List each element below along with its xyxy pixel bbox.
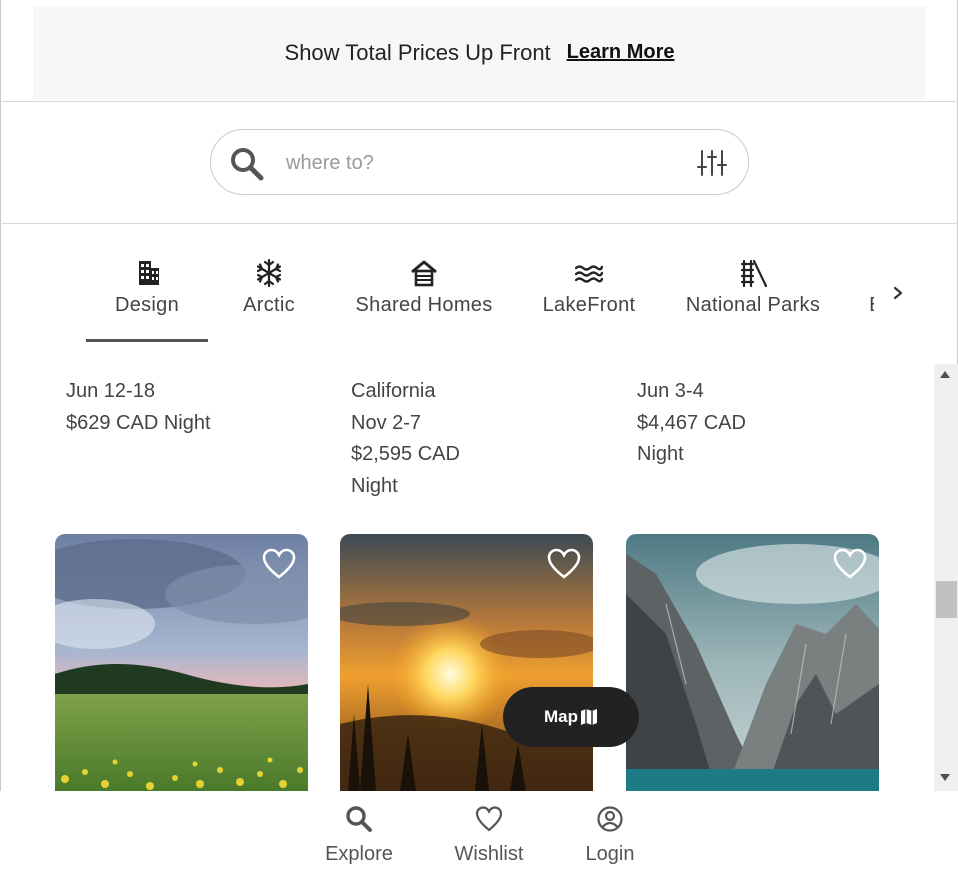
scroll-down-arrow-icon[interactable] [940,774,950,781]
category-label: National Parks [685,294,821,316]
category-label: B [869,294,874,317]
heart-icon[interactable] [262,548,296,580]
category-lakefront[interactable]: LakeFront [540,258,638,343]
listing-price: $629 CAD Night [66,411,211,434]
snowflake-icon [256,258,282,288]
category-arctic[interactable]: Arctic [234,258,304,343]
category-national-parks[interactable]: National Parks [682,258,824,343]
divider [0,223,958,224]
heart-icon[interactable] [833,548,867,580]
listing-dates: Jun 12-18 [66,380,155,402]
map-button-label: Map [544,707,578,726]
category-label: Design [114,294,180,316]
category-label: LakeFront [542,294,636,316]
scrollbar[interactable] [934,364,958,791]
listing-info[interactable]: Jun 12-18 $629 CAD Night [66,364,211,439]
scrollbar-thumb[interactable] [936,581,957,618]
listing-price-unit: Night [637,443,684,465]
nav-label: Login [585,843,635,865]
listing-info[interactable]: California Nov 2-7 $2,595 CAD Night [351,364,460,502]
learn-more-link[interactable]: Learn More [567,41,675,64]
search-input[interactable] [286,146,676,180]
building-icon [139,261,159,285]
nav-label: Explore [325,843,393,865]
house-icon [411,260,437,287]
category-label: Arctic [243,294,295,316]
category-design[interactable]: Design [86,258,208,343]
filter-sliders-icon[interactable] [697,148,727,178]
nav-wishlist[interactable]: Wishlist [451,805,527,866]
chevron-right-icon[interactable] [888,280,910,306]
category-partial[interactable]: B [866,258,874,343]
listing-price-unit: Night [351,474,398,497]
listing-dates: Jun 3-4 [637,380,704,402]
map-icon [581,709,597,725]
heart-icon [475,806,503,832]
nav-explore[interactable]: Explore [323,805,395,866]
waves-icon [575,265,603,283]
listing-card[interactable] [626,534,879,791]
listing-location: California [351,380,436,402]
nav-login[interactable]: Login [583,805,637,866]
active-underline [86,339,208,342]
trail-icon [740,259,767,288]
divider [0,101,958,102]
listing-card[interactable] [55,534,308,791]
search-icon [346,806,372,832]
price-banner: Show Total Prices Up Front Learn More [33,6,926,99]
listing-dates: Nov 2-7 [351,411,422,434]
category-shared-homes[interactable]: Shared Homes [351,258,497,343]
listings-grid: Jun 12-18 $629 CAD Night California Nov … [0,364,932,791]
scroll-up-arrow-icon[interactable] [940,371,950,378]
listing-price: $4,467 CAD [637,411,746,434]
listing-info[interactable]: Jun 3-4 $4,467 CAD Night [637,364,746,471]
nav-label: Wishlist [454,843,524,865]
category-icon [862,258,874,288]
category-bar: Design Arctic Shared Homes LakeFront Nat… [86,258,874,348]
banner-message: Show Total Prices Up Front [284,39,551,65]
listing-price: $2,595 CAD [351,443,460,465]
bottom-nav: Explore Wishlist Login [0,791,958,888]
heart-icon[interactable] [547,548,581,580]
map-button[interactable]: Map [503,687,639,747]
listing-card[interactable] [340,534,593,791]
category-label: Shared Homes [355,294,493,316]
search-icon [231,148,264,181]
search-bar[interactable] [210,129,749,195]
user-circle-icon [597,806,623,832]
